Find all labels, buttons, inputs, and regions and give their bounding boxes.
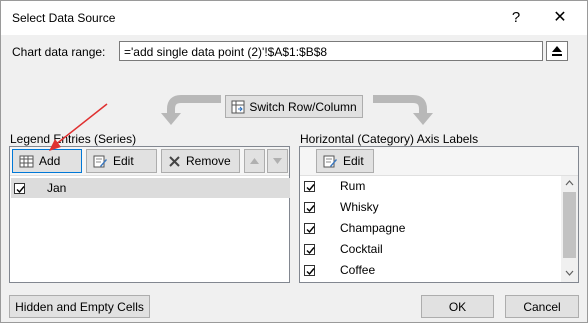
axis-labels-panel: Edit Rum Whisky Champagne Cocktail Coffe… xyxy=(299,146,579,283)
category-checkbox[interactable] xyxy=(304,264,315,276)
ok-button[interactable]: OK xyxy=(421,295,494,318)
switch-row-column-button[interactable]: Switch Row/Column xyxy=(225,95,363,118)
list-item[interactable]: Rum xyxy=(301,176,561,196)
category-checkbox[interactable] xyxy=(304,201,315,213)
category-label: Cocktail xyxy=(340,242,383,256)
list-item[interactable]: Cocktail xyxy=(301,239,561,259)
axis-list-scrollbar[interactable] xyxy=(561,176,578,282)
remove-series-button[interactable]: Remove xyxy=(161,149,240,173)
scroll-down-icon[interactable] xyxy=(565,270,574,276)
category-label: Rum xyxy=(340,179,366,193)
scroll-up-icon[interactable] xyxy=(565,180,574,186)
category-label: Champagne xyxy=(340,221,406,235)
series-label: Jan xyxy=(47,181,67,195)
title-bar: Select Data Source ? ✕ xyxy=(1,1,587,35)
list-item[interactable]: Champagne xyxy=(301,218,561,238)
left-curved-arrow-icon xyxy=(161,95,221,125)
category-checkbox[interactable] xyxy=(304,222,315,234)
edit-series-label: Edit xyxy=(113,154,134,168)
select-data-source-dialog: Select Data Source ? ✕ Chart data range:… xyxy=(0,0,588,323)
add-series-label: Add xyxy=(39,154,61,168)
move-up-button[interactable] xyxy=(244,149,265,173)
remove-series-label: Remove xyxy=(186,154,231,168)
checkmark-icon xyxy=(306,183,315,191)
checkmark-icon xyxy=(306,225,315,233)
annotation-arrow-icon xyxy=(49,103,108,151)
scrollbar-thumb[interactable] xyxy=(563,192,576,258)
checkmark-icon xyxy=(16,185,25,193)
right-curved-arrow-icon xyxy=(373,95,433,125)
switch-icon xyxy=(231,100,245,113)
legend-list-item[interactable]: Jan xyxy=(11,178,290,198)
checkmark-icon xyxy=(306,246,315,254)
collapse-icon xyxy=(552,46,562,56)
dialog-title: Select Data Source xyxy=(12,11,116,25)
cancel-label: Cancel xyxy=(523,299,561,314)
category-checkbox[interactable] xyxy=(304,243,315,255)
help-icon[interactable]: ? xyxy=(504,7,528,29)
axis-labels-label: Horizontal (Category) Axis Labels xyxy=(300,132,479,146)
category-label: Whisky xyxy=(340,200,379,214)
switch-row-column-label: Switch Row/Column xyxy=(249,99,357,114)
legend-entries-panel: Add Edit Remove Jan xyxy=(9,146,290,283)
checkmark-icon xyxy=(306,204,315,212)
hidden-and-empty-cells-button[interactable]: Hidden and Empty Cells xyxy=(9,295,150,318)
move-down-button[interactable] xyxy=(267,149,288,173)
list-item[interactable]: Whisky xyxy=(301,197,561,217)
edit-icon xyxy=(93,155,108,168)
triangle-down-icon xyxy=(273,158,282,164)
triangle-up-icon xyxy=(250,158,259,164)
chart-data-range-input[interactable]: ='add single data point (2)'!$A$1:$B$8 xyxy=(119,41,543,61)
edit-axis-labels-label: Edit xyxy=(343,154,364,168)
category-checkbox[interactable] xyxy=(304,180,315,192)
chart-data-range-label: Chart data range: xyxy=(12,45,106,59)
edit-axis-labels-button[interactable]: Edit xyxy=(316,149,374,173)
close-icon[interactable]: ✕ xyxy=(548,7,572,29)
add-icon xyxy=(19,155,34,168)
cancel-button[interactable]: Cancel xyxy=(505,295,579,318)
category-label: Coffee xyxy=(340,263,376,277)
hidden-and-empty-cells-label: Hidden and Empty Cells xyxy=(15,299,144,314)
checkmark-icon xyxy=(306,267,315,275)
edit-icon xyxy=(323,155,338,168)
ok-label: OK xyxy=(448,299,467,314)
collapse-dialog-button[interactable] xyxy=(546,41,568,61)
remove-icon xyxy=(168,155,181,168)
list-item[interactable]: Coffee xyxy=(301,260,561,280)
series-checkbox[interactable] xyxy=(14,182,25,194)
